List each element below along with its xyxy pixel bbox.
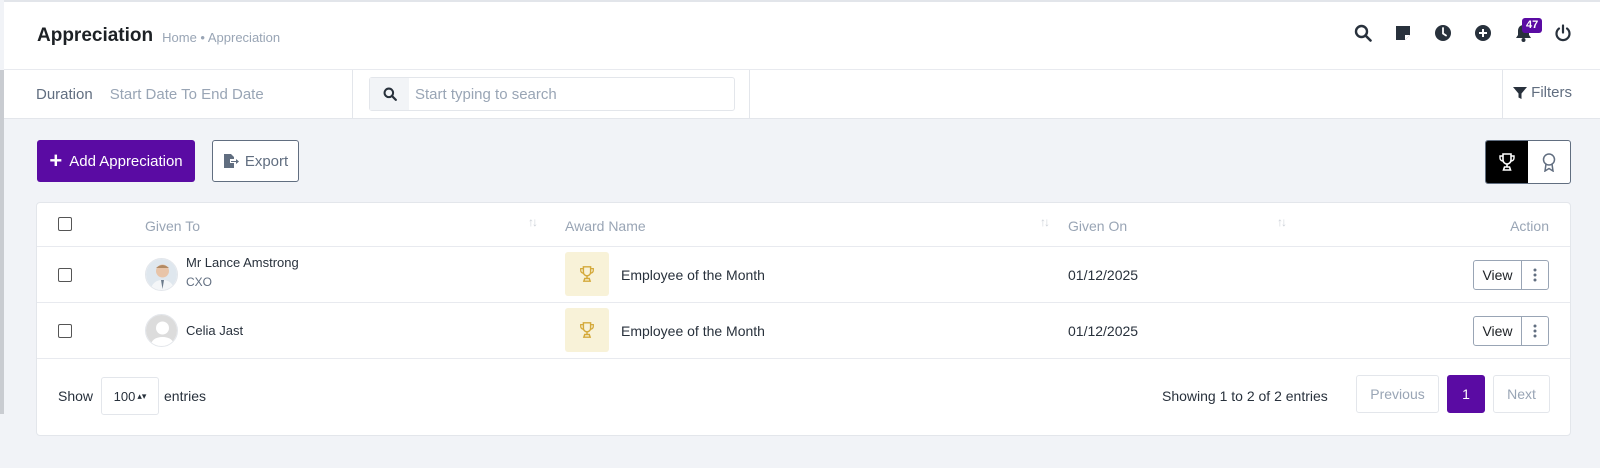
view-button[interactable]: View <box>1474 317 1522 345</box>
add-appreciation-button[interactable]: + Add Appreciation <box>37 140 195 182</box>
trophy-icon <box>580 266 594 282</box>
given-on-date: 01/12/2025 <box>1068 323 1139 339</box>
breadcrumb: Home • Appreciation <box>162 29 281 45</box>
left-scroll-rail <box>0 70 4 414</box>
add-appreciation-label: Add Appreciation <box>69 152 183 170</box>
filters-button[interactable]: Filters <box>1513 84 1572 101</box>
sort-icon[interactable]: ↑↓ <box>528 215 538 229</box>
sort-icon[interactable]: ↑↓ <box>1277 215 1287 229</box>
page-length-value: 100 <box>113 388 136 404</box>
trophy-icon <box>580 322 594 338</box>
filter-icon <box>1513 86 1528 99</box>
award-icon-box <box>565 252 609 296</box>
filters-label: Filters <box>1531 84 1572 101</box>
view-button[interactable]: View <box>1474 261 1522 289</box>
sort-icon[interactable]: ↑↓ <box>1040 215 1050 229</box>
search-icon <box>370 78 409 110</box>
header-icons: 47 <box>1332 18 1572 42</box>
select-arrows-icon: ▴▾ <box>137 390 147 401</box>
export-button[interactable]: Export <box>212 140 299 182</box>
column-header-given-on[interactable]: Given On <box>1068 218 1127 234</box>
row-action-group: View <box>1473 260 1549 290</box>
table-row: Celia Jast Employee of the Month 01/12/2… <box>37 303 1570 359</box>
bell-icon[interactable]: 47 <box>1514 18 1543 42</box>
plus-circle-icon[interactable] <box>1474 24 1492 42</box>
search-box <box>369 77 735 111</box>
column-header-given-to[interactable]: Given To <box>145 218 200 234</box>
column-header-award-name[interactable]: Award Name <box>565 218 646 234</box>
table-footer: Show 100 ▴▾ entries Showing 1 to 2 of 2 … <box>37 359 1570 437</box>
table-row: Mr Lance Amstrong CXO Employee of the Mo… <box>37 247 1570 303</box>
page-1-button[interactable]: 1 <box>1447 375 1485 413</box>
search-input[interactable] <box>415 85 715 103</box>
avatar[interactable] <box>145 314 178 347</box>
award-icon-box <box>565 308 609 352</box>
avatar[interactable] <box>145 258 178 291</box>
select-all-checkbox[interactable] <box>58 217 72 231</box>
sticky-note-icon[interactable] <box>1394 24 1412 42</box>
page-title: Appreciation <box>37 24 154 46</box>
employee-name[interactable]: Celia Jast <box>186 323 243 338</box>
column-header-action: Action <box>1510 218 1549 234</box>
more-options-button[interactable] <box>1522 317 1548 345</box>
previous-page-button[interactable]: Previous <box>1356 375 1439 413</box>
search-icon[interactable] <box>1354 24 1372 42</box>
view-toggle <box>1485 140 1571 184</box>
filter-divider <box>1502 70 1503 118</box>
table-header: Given To ↑↓ Award Name ↑↓ Given On ↑↓ Ac… <box>37 203 1570 247</box>
duration-date-range[interactable]: Start Date To End Date <box>110 86 264 103</box>
entries-label: entries <box>164 388 207 404</box>
row-action-group: View <box>1473 316 1549 346</box>
page-length-select[interactable]: 100 ▴▾ <box>101 377 159 415</box>
given-on-date: 01/12/2025 <box>1068 267 1139 283</box>
row-checkbox[interactable] <box>58 324 72 338</box>
more-vertical-icon <box>1533 268 1537 282</box>
more-vertical-icon <box>1533 324 1537 338</box>
next-page-button[interactable]: Next <box>1493 375 1550 413</box>
table-info: Showing 1 to 2 of 2 entries <box>1162 388 1328 404</box>
filter-divider <box>352 70 353 118</box>
show-label: Show <box>58 388 94 404</box>
plus-icon: + <box>49 148 63 173</box>
award-name: Employee of the Month <box>621 267 765 283</box>
notification-badge: 47 <box>1522 18 1543 33</box>
trophy-view-toggle[interactable] <box>1486 141 1528 183</box>
award-view-toggle[interactable] <box>1528 141 1570 183</box>
power-icon[interactable] <box>1554 24 1572 42</box>
export-label: Export <box>244 152 289 170</box>
filter-divider <box>749 70 750 118</box>
export-icon <box>223 154 239 168</box>
filter-bar: Duration Start Date To End Date Filters <box>4 70 1600 119</box>
award-name: Employee of the Month <box>621 323 765 339</box>
trophy-icon <box>1499 153 1515 171</box>
award-icon <box>1542 153 1556 172</box>
top-header: Appreciation Home • Appreciation 47 <box>4 0 1600 70</box>
employee-name[interactable]: Mr Lance Amstrong <box>186 255 299 270</box>
row-checkbox[interactable] <box>58 268 72 282</box>
duration-label: Duration <box>36 85 93 103</box>
appreciation-table-card: Given To ↑↓ Award Name ↑↓ Given On ↑↓ Ac… <box>36 202 1571 436</box>
clock-icon[interactable] <box>1434 24 1452 42</box>
more-options-button[interactable] <box>1522 261 1548 289</box>
employee-designation: CXO <box>186 275 213 289</box>
